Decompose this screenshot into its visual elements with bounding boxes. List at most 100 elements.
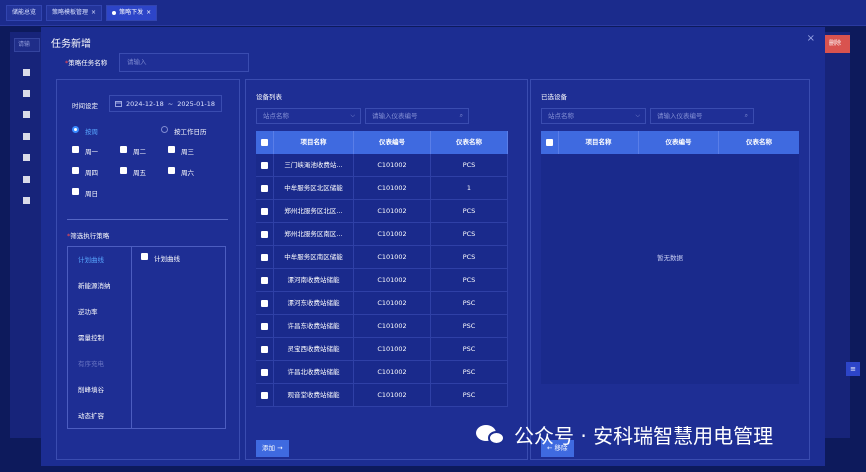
background-row-checkbox: [23, 69, 30, 76]
selected-devices-panel: 已选设备 站点名称 ⌵ 请输入仪表编号 ⌕ 项目名称 仪表编号 仪表名称 暂无数据 …: [530, 79, 810, 460]
row-checkbox[interactable]: [261, 277, 268, 284]
row-checkbox[interactable]: [261, 208, 268, 215]
selected-meter-search-input[interactable]: 请输入仪表编号 ⌕: [650, 108, 754, 124]
cell-meter-id: C101002: [354, 246, 431, 268]
watermark: 公众号 · 安科瑞智慧用电管理: [476, 420, 773, 449]
menu-toggle-icon[interactable]: ≡: [846, 362, 860, 376]
strategy-list: 计划曲线 新能源消纳 逆功率 需量控制 有序充电 削峰填谷 动态扩容: [68, 247, 132, 428]
strategy-item-renewable[interactable]: 新能源消纳: [68, 273, 131, 299]
table-row[interactable]: 漯河南收费站储能 C101002 PCS: [256, 269, 508, 292]
strategy-item-demand-control[interactable]: 需量控制: [68, 325, 131, 351]
checkbox-saturday[interactable]: [168, 167, 175, 174]
row-checkbox[interactable]: [261, 185, 268, 192]
device-table: 项目名称 仪表编号 仪表名称 三门峡渑池收费站... C101002 PCS 中牟服…: [256, 131, 508, 407]
selected-site-select[interactable]: 站点名称 ⌵: [541, 108, 646, 124]
row-checkbox[interactable]: [261, 162, 268, 169]
strategy-item-dynamic-expansion[interactable]: 动态扩容: [68, 403, 131, 429]
tab-strategy-template[interactable]: 策略模板管理 ×: [46, 4, 103, 21]
select-all-checkbox[interactable]: [261, 139, 268, 146]
background-row-checkbox: [23, 111, 30, 118]
search-icon[interactable]: ⌕: [460, 109, 463, 123]
weekday-label: 周一: [85, 148, 98, 156]
radio-by-week[interactable]: [72, 126, 79, 133]
cell-meter-id: C101002: [354, 200, 431, 222]
cell-project-name: 许昌东收费站储能: [274, 315, 354, 337]
modal-title: 任务新增: [51, 39, 91, 50]
cell-meter-name: PSC: [431, 292, 508, 314]
cell-project-name: 中牟服务区南区储能: [274, 246, 354, 268]
cell-project-name: 许昌北收费站储能: [274, 361, 354, 383]
table-row[interactable]: 许昌北收费站储能 C101002 PSC: [256, 361, 508, 384]
plan-curve-option-label: 计划曲线: [154, 255, 180, 263]
row-checkbox[interactable]: [261, 300, 268, 307]
search-icon[interactable]: ⌕: [745, 109, 748, 123]
close-icon[interactable]: ×: [91, 5, 96, 21]
close-icon[interactable]: ×: [807, 33, 815, 44]
strategy-item-peak-shaving[interactable]: 削峰填谷: [68, 377, 131, 403]
cell-project-name: 灵宝西收费站储能: [274, 338, 354, 360]
weekday-label: 周二: [133, 148, 146, 156]
table-header: 项目名称 仪表编号 仪表名称: [256, 131, 508, 154]
table-row[interactable]: 三门峡渑池收费站... C101002 PCS: [256, 154, 508, 177]
background-row-checkbox: [23, 197, 30, 204]
background-row-checkbox: [23, 133, 30, 140]
row-checkbox[interactable]: [261, 254, 268, 261]
table-row[interactable]: 许昌东收费站储能 C101002 PSC: [256, 315, 508, 338]
cell-meter-id: C101002: [354, 315, 431, 337]
cell-meter-name: PSC: [431, 361, 508, 383]
weekday-label: 周三: [181, 148, 194, 156]
cell-project-name: 郑州北服务区北区...: [274, 200, 354, 222]
selected-devices-title: 已选设备: [541, 93, 567, 101]
table-row[interactable]: 灵宝西收费站储能 C101002 PSC: [256, 338, 508, 361]
background-search-input: 请输: [14, 38, 40, 52]
select-all-checkbox[interactable]: [546, 139, 553, 146]
cell-meter-name: 1: [431, 177, 508, 199]
background-row-checkbox: [23, 154, 30, 161]
tab-label: 策略下发: [119, 8, 144, 16]
site-select[interactable]: 站点名称 ⌵: [256, 108, 361, 124]
radio-by-workday[interactable]: [161, 126, 168, 133]
checkbox-plan-curve[interactable]: [141, 253, 148, 260]
cell-project-name: 三门峡渑池收费站...: [274, 154, 354, 176]
tab-overview[interactable]: 储能总览: [6, 4, 43, 21]
row-checkbox[interactable]: [261, 323, 268, 330]
cell-meter-id: C101002: [354, 292, 431, 314]
select-all-checkbox-cell[interactable]: [541, 131, 559, 154]
table-row[interactable]: 漯河东收费站储能 C101002 PSC: [256, 292, 508, 315]
checkbox-tuesday[interactable]: [120, 146, 127, 153]
close-icon[interactable]: ×: [146, 5, 151, 21]
task-name-input[interactable]: 请输入: [119, 53, 249, 72]
weekday-label: 周日: [85, 190, 98, 198]
table-row[interactable]: 郑州北服务区北区... C101002 PCS: [256, 200, 508, 223]
table-row[interactable]: 郑州北服务区南区... C101002 PCS: [256, 223, 508, 246]
meter-search-input[interactable]: 请输入仪表编号 ⌕: [365, 108, 469, 124]
meter-search-placeholder: 请输入仪表编号: [657, 112, 703, 120]
checkbox-monday[interactable]: [72, 146, 79, 153]
checkbox-sunday[interactable]: [72, 188, 79, 195]
checkbox-friday[interactable]: [120, 167, 127, 174]
column-meter-name: 仪表名称: [746, 138, 772, 146]
strategy-item-plan-curve[interactable]: 计划曲线: [68, 247, 131, 273]
task-name-label-text: 策略任务名称: [68, 59, 108, 67]
strategy-item-reverse-power[interactable]: 逆功率: [68, 299, 131, 325]
add-button[interactable]: 添加 →: [256, 440, 289, 457]
date-range-picker[interactable]: 2024-12-18 ~ 2025-01-18: [109, 95, 222, 112]
cell-meter-id: C101002: [354, 361, 431, 383]
column-meter-name: 仪表名称: [431, 131, 508, 154]
cell-meter-name: PSC: [431, 315, 508, 337]
cell-meter-name: PCS: [431, 269, 508, 291]
date-start: 2024-12-18: [126, 99, 164, 108]
tab-strategy-dispatch[interactable]: 策略下发 ×: [106, 4, 158, 21]
select-all-checkbox-cell[interactable]: [256, 131, 274, 154]
row-checkbox[interactable]: [261, 231, 268, 238]
cell-meter-name: PCS: [431, 200, 508, 222]
row-checkbox[interactable]: [261, 392, 268, 399]
table-row[interactable]: 中牟服务区南区储能 C101002 PCS: [256, 246, 508, 269]
checkbox-thursday[interactable]: [72, 167, 79, 174]
row-checkbox[interactable]: [261, 346, 268, 353]
table-row[interactable]: 观音堂收费站储能 C101002 PSC: [256, 384, 508, 407]
cell-meter-name: PCS: [431, 246, 508, 268]
table-row[interactable]: 中牟服务区北区储能 C101002 1: [256, 177, 508, 200]
row-checkbox[interactable]: [261, 369, 268, 376]
checkbox-wednesday[interactable]: [168, 146, 175, 153]
